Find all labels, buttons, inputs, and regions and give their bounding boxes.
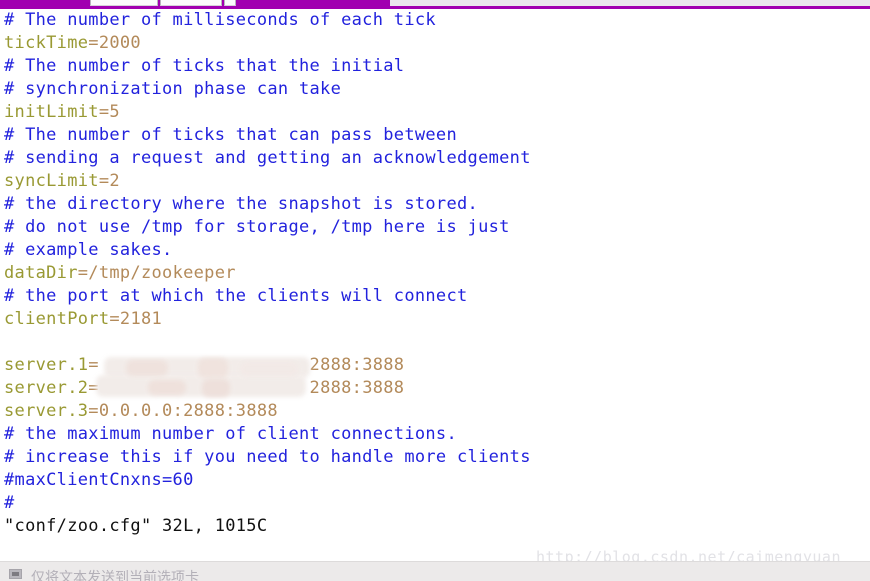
- editor-text-segment: 0.0.0.0:2888:3888: [98, 401, 278, 421]
- redaction-blur-patch-2: [198, 358, 228, 378]
- editor-text-segment: 2181: [119, 309, 163, 329]
- editor-text-segment: tickTime: [4, 33, 89, 53]
- editor-line: # the directory where the snapshot is st…: [0, 193, 870, 216]
- redaction-blur-server2: [96, 375, 306, 397]
- checkbox-checked-icon[interactable]: [9, 569, 22, 579]
- redaction-blur-patch-1: [126, 360, 168, 376]
- terminal-text-area[interactable]: # The number of milliseconds of each tic…: [0, 9, 870, 544]
- editor-line: # increase this if you need to handle mo…: [0, 446, 870, 469]
- editor-text-segment: # the maximum number of client connectio…: [4, 424, 457, 444]
- redaction-blur-patch-4: [202, 379, 230, 397]
- editor-line: # the port at which the clients will con…: [0, 285, 870, 308]
- editor-text-segment: # The number of milliseconds of each tic…: [4, 10, 436, 30]
- redaction-blur-patch-3: [148, 380, 186, 395]
- editor-text-segment: # synchronization phase can take: [4, 79, 342, 99]
- editor-text-segment: 2888:3888: [309, 378, 405, 398]
- editor-text-segment: =: [88, 401, 99, 421]
- editor-line: # do not use /tmp for storage, /tmp here…: [0, 216, 870, 239]
- editor-line: # the maximum number of client connectio…: [0, 423, 870, 446]
- editor-text-segment: # The number of ticks that can pass betw…: [4, 125, 457, 145]
- editor-text-segment: clientPort: [4, 309, 110, 329]
- editor-line: initLimit=5: [0, 101, 870, 124]
- editor-text-segment: # the directory where the snapshot is st…: [4, 194, 479, 214]
- editor-line: # The number of milliseconds of each tic…: [0, 9, 870, 32]
- editor-text-segment: # sending a request and getting an ackno…: [4, 148, 531, 168]
- editor-text-segment: # example sakes.: [4, 240, 173, 260]
- editor-text-segment: # do not use /tmp for storage, /tmp here…: [4, 217, 510, 237]
- editor-text-segment: server.2: [4, 378, 89, 398]
- editor-text-segment: #: [4, 493, 15, 513]
- editor-text-segment: 2000: [98, 33, 141, 53]
- editor-text-segment: server.3: [4, 401, 89, 421]
- editor-text-segment: =: [77, 263, 89, 283]
- editor-line: # The number of ticks that the initial: [0, 55, 870, 78]
- editor-line: tickTime=2000: [0, 32, 870, 55]
- editor-text-segment: server.1: [4, 355, 89, 375]
- editor-text-segment: 2: [109, 171, 120, 191]
- editor-line: server.3=0.0.0.0:2888:3888: [0, 400, 870, 423]
- editor-text-segment: 2888:3888: [309, 355, 405, 375]
- editor-line: #: [0, 492, 870, 515]
- editor-text-segment: initLimit: [4, 102, 99, 122]
- editor-line: # synchronization phase can take: [0, 78, 870, 101]
- editor-text-segment: [4, 332, 15, 352]
- editor-line: "conf/zoo.cfg" 32L, 1015C: [0, 515, 870, 538]
- editor-text-segment: =: [98, 102, 110, 122]
- editor-line: [0, 331, 870, 354]
- editor-line: dataDir=/tmp/zookeeper: [0, 262, 870, 285]
- editor-text-segment: # the port at which the clients will con…: [4, 286, 468, 306]
- editor-text-segment: #maxClientCnxns=60: [4, 470, 194, 490]
- editor-line: # sending a request and getting an ackno…: [0, 147, 870, 170]
- editor-text-segment: =: [109, 309, 120, 329]
- editor-line: syncLimit=2: [0, 170, 870, 193]
- editor-text-segment: =: [88, 355, 99, 375]
- editor-line: # The number of ticks that can pass betw…: [0, 124, 870, 147]
- top-toolbar-strip: [0, 0, 870, 9]
- editor-line: clientPort=2181: [0, 308, 870, 331]
- editor-text-segment: # The number of ticks that the initial: [4, 56, 405, 76]
- bottom-status-bar: 仅将文本发送到当前选项卡: [0, 561, 870, 581]
- redaction-blur-patch-5: [240, 362, 298, 376]
- editor-line: #maxClientCnxns=60: [0, 469, 870, 492]
- editor-text-segment: # increase this if you need to handle mo…: [4, 447, 531, 467]
- editor-text-segment: 5: [109, 102, 120, 122]
- editor-line: # example sakes.: [0, 239, 870, 262]
- editor-text-segment: =: [98, 171, 110, 191]
- editor-text-segment: /tmp/zookeeper: [88, 263, 236, 283]
- editor-text-segment: "conf/zoo.cfg" 32L, 1015C: [4, 516, 268, 536]
- send-text-to-current-tab-label: 仅将文本发送到当前选项卡: [31, 570, 199, 581]
- editor-text-segment: dataDir: [4, 263, 78, 283]
- editor-text-segment: syncLimit: [4, 171, 99, 191]
- editor-text-segment: =: [88, 33, 99, 53]
